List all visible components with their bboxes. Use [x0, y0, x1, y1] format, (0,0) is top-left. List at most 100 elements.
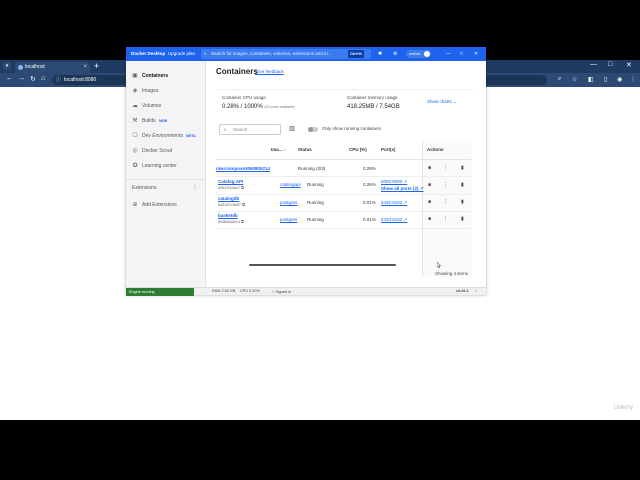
close-tab-icon[interactable]: × — [83, 62, 87, 73]
header-divider — [216, 159, 471, 160]
page-title: Containers — [216, 67, 258, 76]
maximize-button[interactable]: □ — [608, 61, 612, 68]
stop-icon[interactable]: ■ — [428, 216, 431, 222]
minimize-button[interactable]: — — [590, 61, 597, 68]
search-shortcut-badge: Ctrl+K — [348, 50, 365, 58]
dk-minimize-button[interactable]: — — [446, 51, 451, 57]
tab-localhost[interactable]: localhost × — [15, 62, 90, 73]
new-tab-button[interactable]: + — [94, 61, 99, 71]
trash-icon[interactable]: ▮ — [461, 182, 464, 188]
bookmark-star-icon[interactable]: ☆ — [572, 76, 577, 83]
reload-button[interactable]: ↻ — [30, 75, 36, 83]
sidebar-item-images[interactable]: ◈ Images — [130, 86, 204, 96]
container-name-catalogdb[interactable]: catalogdb — [218, 196, 239, 201]
header-cpu[interactable]: CPU (%) — [349, 147, 367, 152]
dk-maximize-button[interactable]: □ — [460, 51, 463, 57]
header-status[interactable]: Status — [298, 147, 312, 152]
container-name-basketdb[interactable]: basketdb — [218, 213, 238, 218]
user-account-button[interactable]: mehm... — [406, 50, 432, 58]
upgrade-plan-link[interactable]: Upgrade plan — [168, 51, 195, 56]
header-ports[interactable]: Port(s) — [381, 147, 396, 152]
search-placeholder: Search — [233, 127, 248, 132]
extensions-heading: Extensions — [132, 185, 157, 191]
dev-env-icon: ⎔ — [132, 133, 138, 139]
external-link-icon: ↗ — [403, 200, 408, 205]
site-info-icon[interactable]: ⓘ — [56, 75, 61, 85]
engine-status[interactable]: Engine running — [126, 288, 194, 296]
builds-icon: ⚒ — [132, 118, 138, 124]
extensions-menu-icon[interactable]: ⋮ — [192, 184, 198, 191]
notifications-icon[interactable]: ♪ — [475, 289, 477, 293]
mouse-cursor-icon — [437, 262, 441, 268]
items-count: Showing 4 items — [435, 271, 469, 276]
cpu-usage-value: 0.28% / 1000% (10 cores available) — [222, 104, 295, 110]
image-link[interactable]: postgres — [280, 200, 297, 205]
port-link[interactable]: 6000:8080 ↗ — [381, 179, 407, 185]
header-image[interactable]: Ima... ↑ — [271, 147, 286, 152]
more-actions-icon[interactable]: ⋮ — [443, 216, 448, 222]
address-text: localhost:8080 — [64, 77, 97, 83]
docker-titlebar: Docker Desktop Upgrade plan ⌕ Search for… — [126, 47, 486, 61]
container-name-catalog-api[interactable]: Catalog.API — [218, 179, 243, 184]
horizontal-scrollbar[interactable] — [249, 264, 396, 266]
sidebar-item-builds[interactable]: ⚒ Builds NEW — [130, 116, 204, 126]
trash-icon[interactable]: ▮ — [461, 199, 464, 205]
search-icon: ⌕ — [224, 127, 227, 132]
tab-search-icon[interactable]: ▾ — [3, 62, 11, 70]
home-button[interactable]: ⌂ — [41, 75, 45, 82]
containers-search-input[interactable]: ⌕ Search — [219, 124, 281, 135]
image-link[interactable]: catalogapi — [280, 182, 301, 187]
columns-icon[interactable]: ▥ — [289, 125, 295, 132]
running-only-toggle[interactable] — [308, 127, 318, 132]
settings-gear-icon[interactable]: ⚙ — [393, 51, 397, 57]
forward-button[interactable]: → — [18, 75, 25, 82]
trash-icon[interactable]: ▮ — [461, 216, 464, 222]
add-extensions-button[interactable]: ⊕ Add Extensions — [130, 200, 204, 210]
zoom-icon[interactable]: ⌕ — [558, 76, 561, 83]
profile-icon[interactable]: ◉ — [617, 76, 622, 83]
bug-icon[interactable]: ✱ — [378, 51, 382, 57]
trash-icon[interactable]: ▮ — [461, 165, 464, 171]
watermark: Udemy — [614, 405, 634, 411]
screen: ▾ localhost × + — □ ✕ ← → ↻ ⌂ ⓘ localhos… — [0, 0, 640, 480]
sidebar-item-dev-environments[interactable]: ⎔ Dev Environments BETA — [130, 131, 204, 141]
external-link-icon: ↗ — [419, 186, 424, 191]
global-search-input[interactable]: ⌕ Search for images, containers, volumes… — [201, 49, 371, 59]
sidebar-item-label: Images — [142, 88, 159, 94]
more-actions-icon[interactable]: ⋮ — [443, 182, 448, 188]
show-charts-button[interactable]: Show charts ⌄ — [427, 99, 457, 105]
close-window-button[interactable]: ✕ — [626, 61, 632, 69]
running-only-label: Only show running containers — [322, 126, 382, 131]
stop-icon[interactable]: ■ — [428, 199, 431, 205]
sidebar-item-label: Docker Scout — [142, 148, 173, 154]
sidebar-item-volumes[interactable]: ☁ Volumes — [130, 101, 204, 111]
more-actions-icon[interactable]: ⋮ — [443, 165, 448, 171]
containers-panel: Containers Give feedback Container CPU u… — [207, 61, 486, 287]
stop-icon[interactable]: ■ — [428, 165, 431, 171]
image-link[interactable]: postgres — [280, 217, 297, 222]
status-cell: Running — [307, 217, 324, 222]
beta-badge: BETA — [186, 134, 196, 138]
port-link[interactable]: 5432:5432 ↗ — [381, 200, 407, 206]
container-name-compose[interactable]: ckercompose3050805214 — [216, 166, 270, 171]
more-actions-icon[interactable]: ⋮ — [443, 199, 448, 205]
docker-statusbar: Engine running RAM 2.50 GB CPU 0.20% ⌁ S… — [126, 287, 486, 296]
back-button[interactable]: ← — [6, 75, 13, 82]
port-link[interactable]: 5433:5432 ↗ — [381, 217, 407, 223]
browser-menu-icon[interactable]: ⋮ — [630, 76, 636, 83]
container-id: 848287c9b97 ⧉ — [218, 203, 245, 207]
show-all-ports-link[interactable]: Show all ports (2) ↗ — [381, 186, 424, 192]
stop-icon[interactable]: ■ — [428, 182, 431, 188]
dk-close-button[interactable]: ✕ — [474, 51, 478, 57]
sidebar-item-learning-center[interactable]: ✪ Learning center — [130, 161, 204, 171]
sidepanel-icon[interactable]: ▯ — [604, 76, 607, 83]
docker-brand: Docker Desktop — [131, 51, 166, 56]
extensions-icon[interactable]: ◧ — [588, 76, 594, 83]
give-feedback-link[interactable]: Give feedback — [255, 69, 284, 74]
sidebar-item-containers[interactable]: ▣ Containers — [130, 71, 204, 81]
globe-icon — [18, 65, 23, 70]
docker-desktop-window: Docker Desktop Upgrade plan ⌕ Search for… — [126, 47, 486, 296]
sidebar-item-docker-scout[interactable]: ◎ Docker Scout — [130, 146, 204, 156]
global-search-placeholder: Search for images, containers, volumes, … — [211, 51, 332, 56]
header-actions: Actions — [427, 147, 444, 152]
